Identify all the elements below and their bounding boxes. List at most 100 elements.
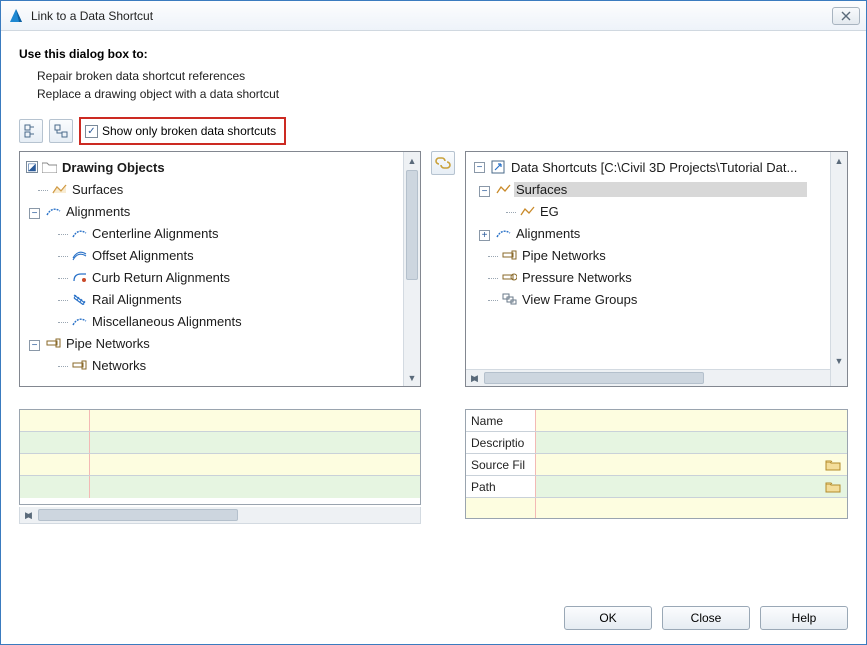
shortcut-root-icon xyxy=(490,159,506,175)
prop-key-name: Name xyxy=(466,410,536,431)
vertical-scrollbar[interactable]: ▲ ▼ xyxy=(830,152,847,386)
prop-row-empty xyxy=(466,498,847,518)
tree-node-alignments[interactable]: −Alignments xyxy=(22,200,418,222)
right-column: − Data Shortcuts [C:\Civil 3D Projects\T… xyxy=(465,151,848,524)
dialog-body: Use this dialog box to: Repair broken da… xyxy=(1,31,866,536)
vertical-scrollbar[interactable]: ▲ ▼ xyxy=(403,152,420,386)
tree-root-label: Data Shortcuts [C:\Civil 3D Projects\Tut… xyxy=(509,160,799,175)
prop-val-source[interactable] xyxy=(536,454,847,475)
tree-collapse-icon xyxy=(54,124,68,138)
use-list: Repair broken data shortcut references R… xyxy=(37,67,848,103)
scroll-down-icon[interactable]: ▼ xyxy=(831,352,847,369)
use-line: Replace a drawing object with a data sho… xyxy=(37,85,848,103)
tree-node-pipe[interactable]: Pipe Networks xyxy=(468,244,845,266)
prop-val-description[interactable] xyxy=(536,432,847,453)
tree-node-eg[interactable]: EG xyxy=(468,200,845,222)
tree-node-rail[interactable]: Rail Alignments xyxy=(22,288,418,310)
folder-icon xyxy=(41,159,57,175)
use-heading: Use this dialog box to: xyxy=(19,47,848,61)
prop-key-path: Path xyxy=(466,476,536,497)
show-broken-label: Show only broken data shortcuts xyxy=(102,124,276,138)
prop-row-path: Path xyxy=(466,476,847,498)
root-checkbox-icon[interactable]: ◪ xyxy=(26,161,38,173)
horizontal-scrollbar[interactable]: ◀ ▶ xyxy=(19,507,421,524)
window-close-button[interactable] xyxy=(832,7,860,25)
link-button[interactable] xyxy=(431,151,455,175)
scroll-thumb[interactable] xyxy=(484,372,704,384)
tree-node-networks[interactable]: Networks xyxy=(22,354,418,376)
scroll-thumb[interactable] xyxy=(406,170,418,280)
pipe-network-icon xyxy=(45,335,61,351)
close-button[interactable]: Close xyxy=(662,606,750,630)
tree-root[interactable]: − Data Shortcuts [C:\Civil 3D Projects\T… xyxy=(468,156,845,178)
surface-icon xyxy=(51,181,67,197)
link-icon xyxy=(435,155,451,171)
toolbar: ✓ Show only broken data shortcuts xyxy=(19,117,848,145)
browse-folder-icon[interactable] xyxy=(825,459,841,471)
use-line: Repair broken data shortcut references xyxy=(37,67,848,85)
tree-expand-icon xyxy=(24,124,38,138)
viewframe-icon xyxy=(501,291,517,307)
pressure-network-icon xyxy=(501,269,517,285)
prop-row-source: Source Fil xyxy=(466,454,847,476)
show-broken-checkbox[interactable]: ✓ xyxy=(85,125,98,138)
prop-row-description: Descriptio xyxy=(466,432,847,454)
tree-node-offset[interactable]: Offset Alignments xyxy=(22,244,418,266)
surface-icon xyxy=(495,181,511,197)
dialog-title: Link to a Data Shortcut xyxy=(31,9,832,23)
surface-icon xyxy=(519,203,535,219)
tree-node-pipe[interactable]: −Pipe Networks xyxy=(22,332,418,354)
alignment-icon xyxy=(71,313,87,329)
collapse-icon[interactable]: − xyxy=(474,162,485,173)
tree-node-pressure[interactable]: Pressure Networks xyxy=(468,266,845,288)
collapse-icon[interactable]: − xyxy=(479,186,490,197)
pipe-network-icon xyxy=(71,357,87,373)
dialog-window: Link to a Data Shortcut Use this dialog … xyxy=(0,0,867,645)
alignment-icon xyxy=(71,225,87,241)
panes: ◪ Drawing Objects Surfaces −Alignments C… xyxy=(19,151,848,524)
data-shortcuts-tree[interactable]: − Data Shortcuts [C:\Civil 3D Projects\T… xyxy=(465,151,848,387)
left-column: ◪ Drawing Objects Surfaces −Alignments C… xyxy=(19,151,421,524)
tree-root[interactable]: ◪ Drawing Objects xyxy=(22,156,418,178)
help-button[interactable]: Help xyxy=(760,606,848,630)
link-button-column xyxy=(431,151,455,524)
close-icon xyxy=(841,11,851,21)
expand-icon[interactable]: + xyxy=(479,230,490,241)
alignment-rail-icon xyxy=(71,291,87,307)
drawing-objects-tree[interactable]: ◪ Drawing Objects Surfaces −Alignments C… xyxy=(19,151,421,387)
left-property-grid xyxy=(19,409,421,505)
tree-node-alignments[interactable]: +Alignments xyxy=(468,222,845,244)
titlebar: Link to a Data Shortcut xyxy=(1,1,866,31)
collapse-icon[interactable]: − xyxy=(29,340,40,351)
collapse-icon[interactable]: − xyxy=(29,208,40,219)
scroll-thumb[interactable] xyxy=(38,509,238,521)
horizontal-scrollbar[interactable]: ◀ ▶ xyxy=(466,369,830,386)
tree-node-misc[interactable]: Miscellaneous Alignments xyxy=(22,310,418,332)
right-property-grid: Name Descriptio Source Fil Path xyxy=(465,409,848,519)
prop-val-name[interactable] xyxy=(536,410,847,431)
dialog-buttons: OK Close Help xyxy=(564,606,848,630)
app-icon xyxy=(7,7,25,25)
tree-expand-button[interactable] xyxy=(19,119,43,143)
ok-button[interactable]: OK xyxy=(564,606,652,630)
prop-row-name: Name xyxy=(466,410,847,432)
alignment-offset-icon xyxy=(71,247,87,263)
browse-folder-icon[interactable] xyxy=(825,481,841,493)
tree-root-label: Drawing Objects xyxy=(60,160,167,175)
tree-node-viewframe[interactable]: View Frame Groups xyxy=(468,288,845,310)
tree-node-surfaces[interactable]: Surfaces xyxy=(22,178,418,200)
scroll-down-icon[interactable]: ▼ xyxy=(404,369,420,386)
scroll-right-icon[interactable]: ▶ xyxy=(466,370,483,387)
prop-key-source: Source Fil xyxy=(466,454,536,475)
alignment-curb-icon xyxy=(71,269,87,285)
tree-collapse-button[interactable] xyxy=(49,119,73,143)
filter-highlight: ✓ Show only broken data shortcuts xyxy=(79,117,286,145)
prop-val-path[interactable] xyxy=(536,476,847,497)
scroll-up-icon[interactable]: ▲ xyxy=(404,152,420,169)
tree-node-curb[interactable]: Curb Return Alignments xyxy=(22,266,418,288)
tree-node-centerline[interactable]: Centerline Alignments xyxy=(22,222,418,244)
scroll-right-icon[interactable]: ▶ xyxy=(20,507,37,524)
tree-node-surfaces[interactable]: −Surfaces xyxy=(468,178,845,200)
scroll-up-icon[interactable]: ▲ xyxy=(831,152,847,169)
alignment-icon xyxy=(45,203,61,219)
